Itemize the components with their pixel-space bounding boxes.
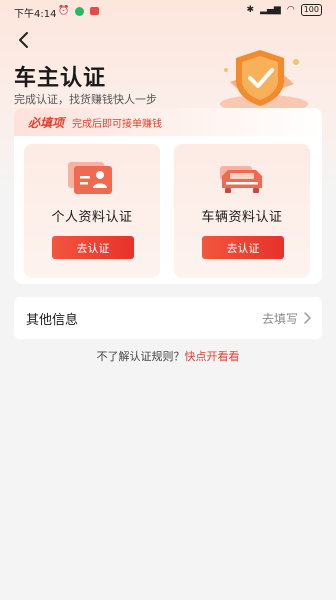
other-info-row[interactable]: 其他信息 去填写 (14, 297, 322, 339)
chevron-right-icon (304, 312, 311, 324)
other-info-title: 其他信息 (26, 312, 79, 328)
status-bar: 下午4:14 ⏰ ✱ ▂▄▆ ◠ 100 (0, 0, 336, 24)
wifi-icon: ◠ (286, 5, 295, 15)
alarm-icon: ⏰ (58, 6, 70, 16)
personal-auth-button[interactable]: 去认证 (52, 236, 134, 259)
rules-line: 不了解认证规则？快点开看看 (0, 348, 336, 364)
vehicle-auth-item[interactable]: 车辆资料认证 去认证 (174, 144, 310, 278)
rules-link[interactable]: 快点开看看 (185, 350, 240, 363)
page-title: 车主认证 (14, 66, 107, 91)
bluetooth-icon: ✱ (246, 5, 255, 15)
page-subtitle: 完成认证，找货赚钱快人一步 (14, 93, 157, 106)
app-notification-icon (75, 6, 85, 16)
back-arrow-icon[interactable] (14, 30, 34, 50)
message-notification-icon (90, 7, 100, 15)
battery-icon: 100 (300, 4, 322, 16)
signal-icon: ▂▄▆ (260, 5, 281, 15)
rules-prompt: 不了解认证规则？ (96, 350, 185, 363)
required-banner: 必填项 完成后即可接单赚钱 (14, 108, 322, 136)
personal-auth-item[interactable]: 个人资料认证 去认证 (24, 144, 160, 278)
vehicle-auth-button[interactable]: 去认证 (202, 236, 284, 259)
required-note: 完成后即可接单赚钱 (72, 118, 163, 130)
shield-check-icon (220, 50, 308, 113)
status-time: 下午4:14 (14, 9, 57, 20)
personal-auth-label: 个人资料认证 (51, 210, 133, 225)
id-card-icon (68, 162, 112, 194)
required-auth-card: 必填项 完成后即可接单赚钱 个人资料认证 去认证 车辆资料认证 去认证 (14, 108, 322, 284)
vehicle-auth-label: 车辆资料认证 (201, 210, 283, 225)
other-info-action[interactable]: 去填写 (262, 310, 298, 327)
required-tag: 必填项 (28, 115, 65, 130)
truck-icon (220, 166, 262, 193)
